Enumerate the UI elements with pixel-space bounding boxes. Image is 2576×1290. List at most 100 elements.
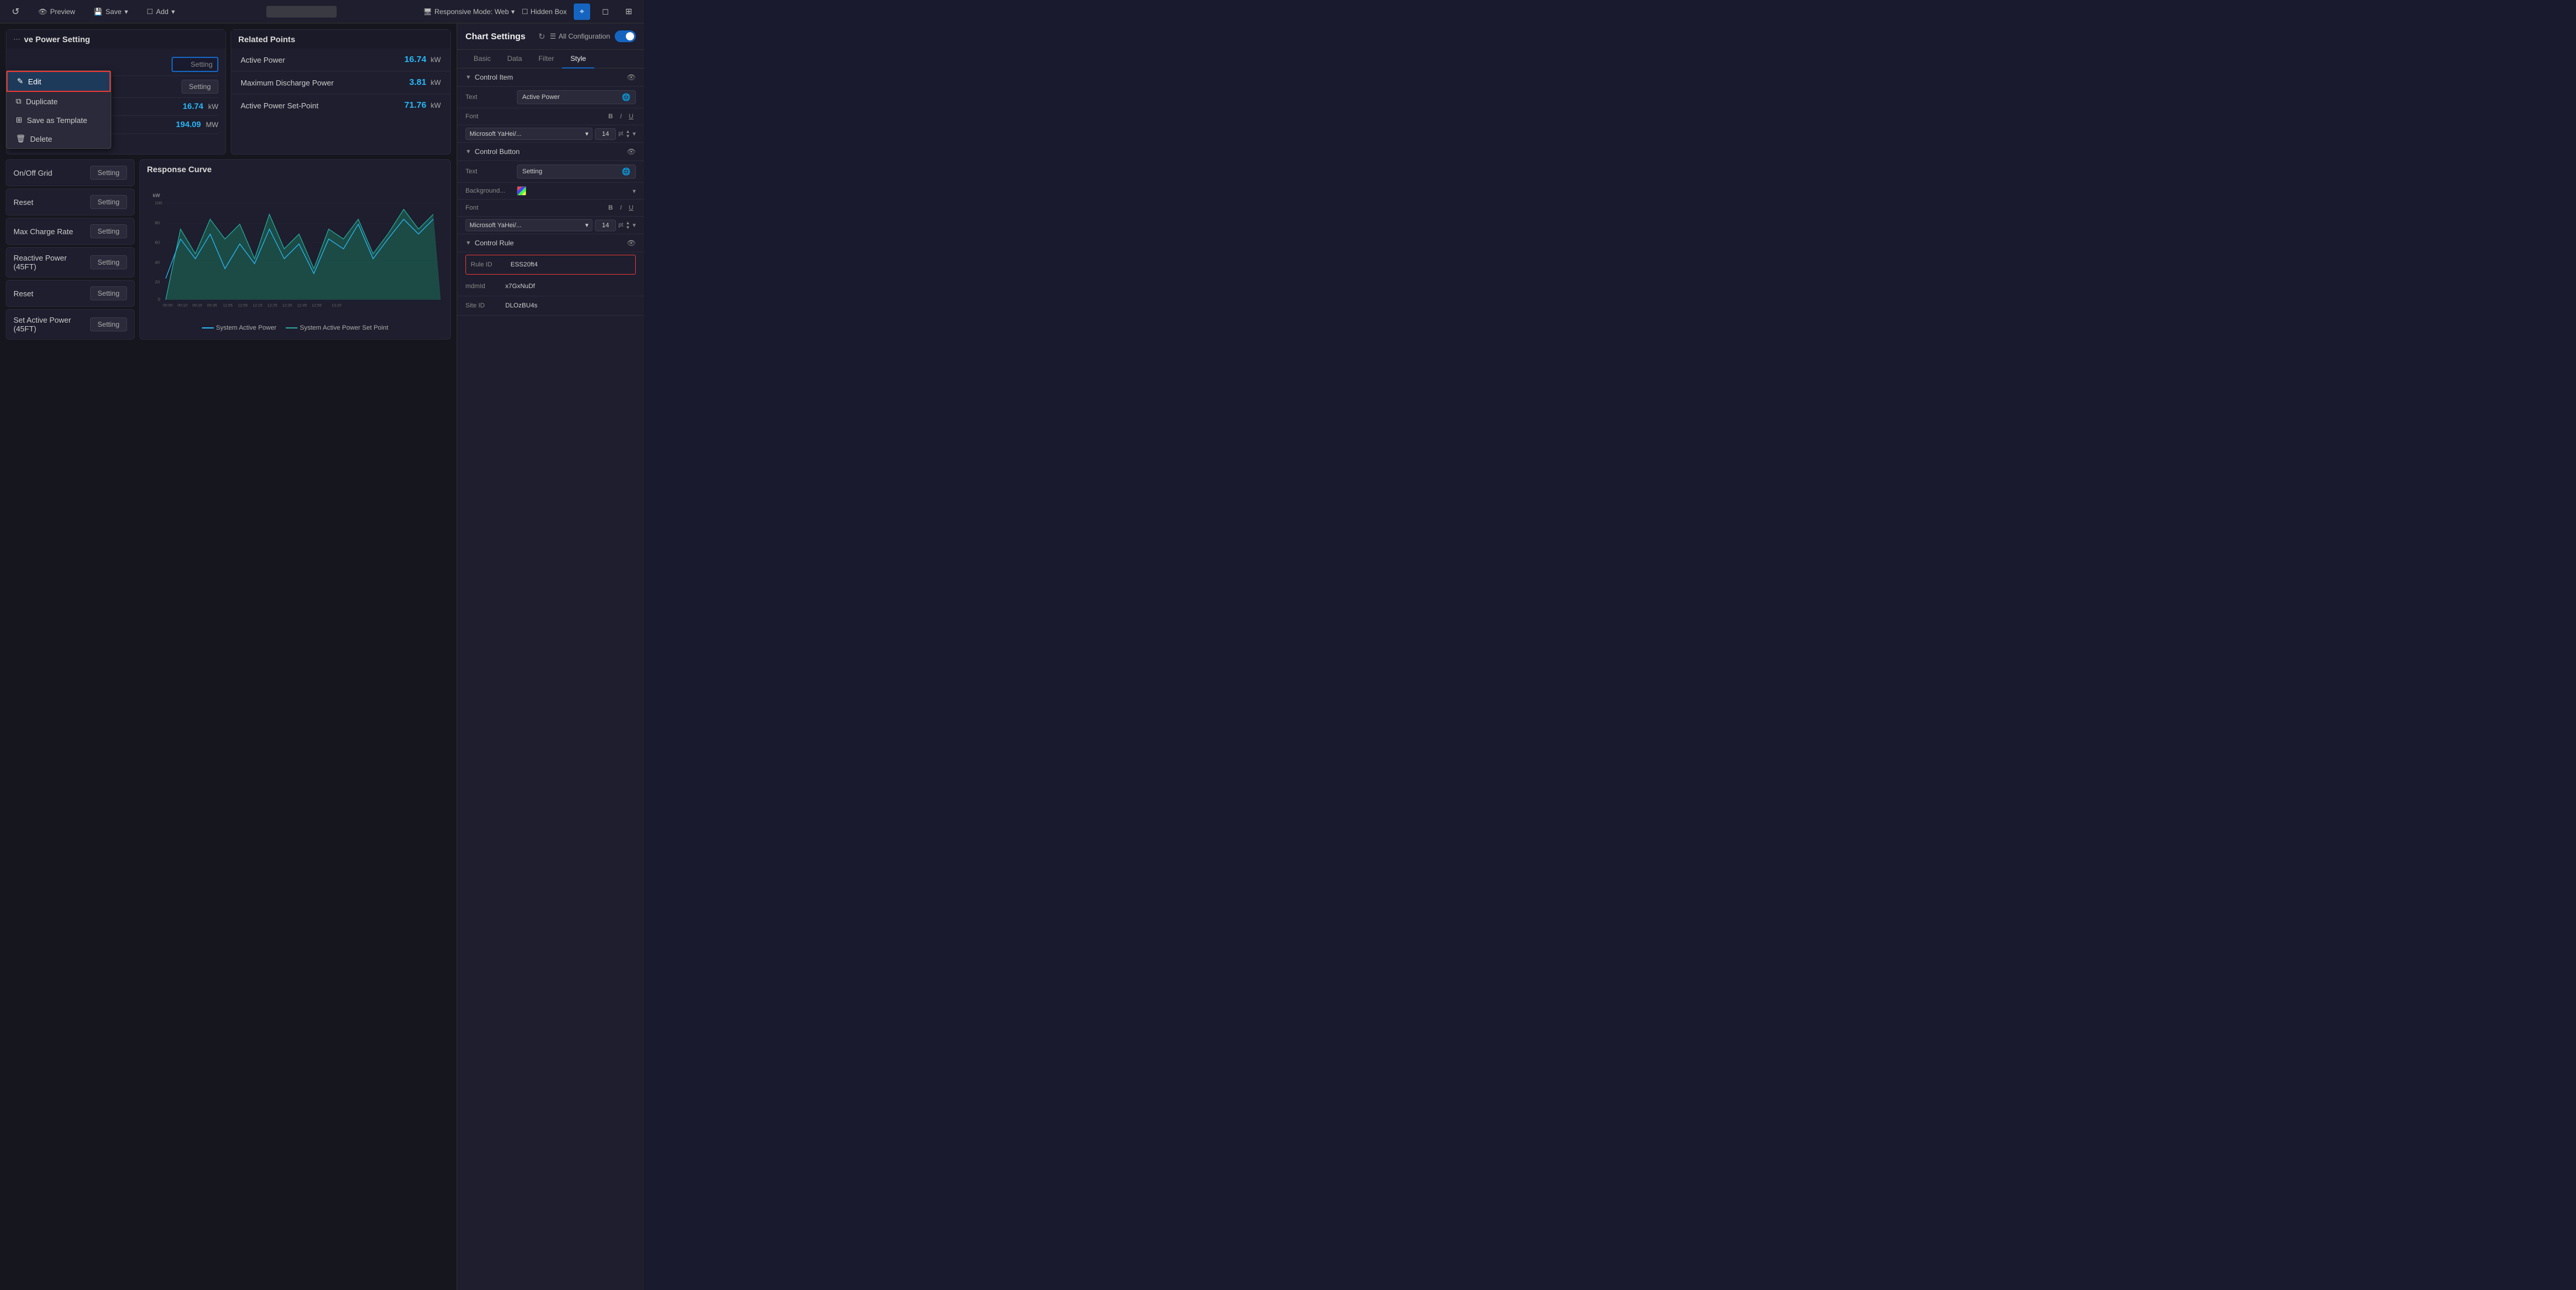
svg-text:80: 80 xyxy=(155,220,159,225)
cb-text-input[interactable]: Setting 🌐 xyxy=(517,165,636,179)
cb-bg-label: Background... xyxy=(465,187,512,194)
ci-font-unit: pt xyxy=(618,131,623,137)
list-item-4: Reset Setting xyxy=(6,280,135,307)
active-power-title: ve Power Setting xyxy=(24,35,90,44)
rp-value-0: 16.74 kW xyxy=(405,54,441,65)
mdmid-row: mdmId x7GxNuDf xyxy=(457,277,644,296)
apower-setting-btn-2[interactable]: Setting xyxy=(181,80,218,94)
grid-icon-button[interactable]: ⊞ xyxy=(621,4,637,20)
cb-font-select[interactable]: Microsoft YaHei/... ▾ xyxy=(465,219,592,231)
tab-style[interactable]: Style xyxy=(562,50,594,69)
apower-setting-input-1[interactable]: Setting xyxy=(172,57,218,72)
svg-text:12:15: 12:15 xyxy=(252,304,262,308)
section-control-button: ▼ Control Button 👁 xyxy=(457,143,644,161)
context-menu-save-template[interactable]: ⊞ Save as Template xyxy=(6,111,111,129)
control-item-title: Control Item xyxy=(475,73,624,81)
rule-id-value[interactable]: ESS20ft4 xyxy=(511,259,631,271)
ci-underline-button[interactable]: U xyxy=(626,112,636,121)
list-setting-btn-0[interactable]: Setting xyxy=(90,166,127,180)
tab-basic[interactable]: Basic xyxy=(465,50,499,69)
context-menu-edit[interactable]: ✎ Edit xyxy=(6,71,111,92)
ci-italic-button[interactable]: I xyxy=(618,112,624,121)
cb-font-size-input[interactable]: 14 xyxy=(595,220,616,231)
responsive-mode-button[interactable]: 🖥 Responsive Mode: Web ▾ xyxy=(423,8,515,16)
list-setting-btn-1[interactable]: Setting xyxy=(90,195,127,209)
control-item-font-row: Font B I U xyxy=(457,108,644,125)
hidden-box-label: Hidden Box xyxy=(530,8,567,16)
svg-text:20: 20 xyxy=(155,279,159,285)
svg-text:100: 100 xyxy=(155,200,162,206)
ci-font-size-arrows: ▲ ▼ xyxy=(626,129,631,139)
grid-icon: ⊞ xyxy=(625,6,632,16)
duplicate-label: Duplicate xyxy=(26,97,57,106)
list-setting-btn-2[interactable]: Setting xyxy=(90,224,127,238)
cb-bg-color-swatch[interactable] xyxy=(517,186,526,196)
ci-text-input[interactable]: Active Power 🌐 xyxy=(517,90,636,104)
list-item-5: Set Active Power (45FT) Setting xyxy=(6,309,135,340)
save-template-icon: ⊞ xyxy=(16,115,22,125)
siteid-row: Site ID DLOzBU4s xyxy=(457,296,644,316)
cursor-icon: ⌖ xyxy=(580,6,584,16)
add-button[interactable]: ☐ Add ▾ xyxy=(142,5,180,18)
control-rule-title: Control Rule xyxy=(475,239,624,247)
all-config-button[interactable]: ☰ All Configuration xyxy=(550,32,610,40)
list-label-3: Reactive Power (45FT) xyxy=(13,254,90,271)
context-menu-duplicate[interactable]: ⧉ Duplicate xyxy=(6,92,111,111)
list-setting-btn-5[interactable]: Setting xyxy=(90,317,127,331)
legend-item-1: System Active Power Set Point xyxy=(286,324,388,331)
preview-button[interactable]: 👁 Preview xyxy=(33,5,80,18)
control-rule-chevron-icon[interactable]: ▼ xyxy=(465,240,471,247)
cb-bg-chevron-icon[interactable]: ▾ xyxy=(632,187,636,195)
control-item-chevron-icon[interactable]: ▼ xyxy=(465,74,471,81)
rp-row-1: Maximum Discharge Power 3.81 kW xyxy=(231,71,450,94)
right-panel-header: Chart Settings ↻ ☰ All Configuration xyxy=(457,23,644,50)
tab-data[interactable]: Data xyxy=(499,50,530,69)
save-chevron-icon: ▾ xyxy=(125,8,128,16)
select-tool-button[interactable]: ⌖ xyxy=(574,4,590,20)
cb-bold-button[interactable]: B xyxy=(606,203,615,213)
ci-font-size-input[interactable]: 14 xyxy=(595,128,616,140)
chart-area-fill xyxy=(166,210,441,300)
context-menu-delete[interactable]: 🗑 Delete xyxy=(6,129,111,148)
ci-bold-button[interactable]: B xyxy=(606,112,615,121)
control-btn-chevron-icon[interactable]: ▼ xyxy=(465,149,471,155)
svg-text:00:35: 00:35 xyxy=(207,304,217,308)
hidden-box-button[interactable]: ☐ Hidden Box xyxy=(522,8,567,16)
tab-filter[interactable]: Filter xyxy=(530,50,563,69)
list-label-1: Reset xyxy=(13,198,33,207)
svg-text:00:00: 00:00 xyxy=(163,304,173,308)
all-config-label: All Configuration xyxy=(559,32,610,40)
svg-text:13:20: 13:20 xyxy=(331,304,341,308)
list-setting-btn-3[interactable]: Setting xyxy=(90,255,127,269)
control-rule-eye-icon[interactable]: 👁 xyxy=(627,239,636,247)
undo-icon: ↺ xyxy=(12,6,19,18)
refresh-icon[interactable]: ↻ xyxy=(538,32,545,42)
ci-globe-icon[interactable]: 🌐 xyxy=(622,93,631,101)
control-item-eye-icon[interactable]: 👁 xyxy=(627,73,636,81)
chart-title: Response Curve xyxy=(147,165,443,174)
preview-icon: ◻ xyxy=(602,6,609,16)
all-config-toggle[interactable] xyxy=(615,30,636,42)
active-power-header: ··· ve Power Setting xyxy=(6,30,225,49)
related-points-title: Related Points xyxy=(238,35,295,44)
undo-button[interactable]: ↺ xyxy=(7,4,24,20)
cb-globe-icon[interactable]: 🌐 xyxy=(622,167,631,176)
save-template-label: Save as Template xyxy=(27,116,87,125)
ci-font-select[interactable]: Microsoft YaHei/... ▾ xyxy=(465,128,592,140)
cb-italic-button[interactable]: I xyxy=(618,203,624,213)
cb-font-down-icon[interactable]: ▼ xyxy=(626,225,631,230)
list-item-3: Reactive Power (45FT) Setting xyxy=(6,247,135,278)
list-label-0: On/Off Grid xyxy=(13,169,52,177)
list-setting-btn-4[interactable]: Setting xyxy=(90,286,127,300)
ci-font-down-icon[interactable]: ▼ xyxy=(626,134,631,139)
cb-font-unit: pt xyxy=(618,222,623,228)
preview-label: Preview xyxy=(50,8,76,16)
control-btn-eye-icon[interactable]: 👁 xyxy=(627,148,636,156)
siteid-value: DLOzBU4s xyxy=(505,300,636,312)
cb-underline-button[interactable]: U xyxy=(626,203,636,213)
cb-font-more-icon[interactable]: ▾ xyxy=(632,221,636,229)
responsive-mode-label: Responsive Mode: Web xyxy=(434,8,509,16)
ci-font-more-icon[interactable]: ▾ xyxy=(632,130,636,138)
preview-icon-button[interactable]: ◻ xyxy=(597,4,614,20)
save-button[interactable]: 💾 Save ▾ xyxy=(89,5,132,18)
